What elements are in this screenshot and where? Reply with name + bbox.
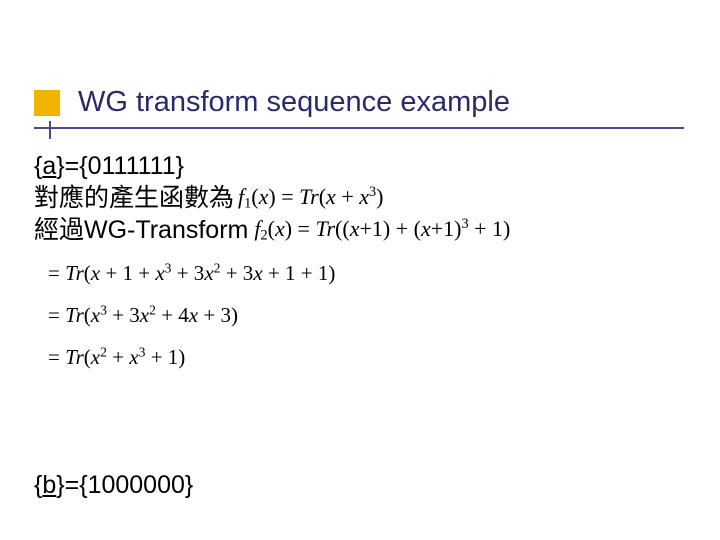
sequence-a: {a}={0111111}: [34, 150, 686, 182]
brace-open: {: [34, 150, 42, 182]
slide-body: {a}={0111111} 對應的產生函數為 f1(x) = Tr(x + x3…: [34, 150, 686, 382]
sequence-b-var: b: [42, 471, 56, 499]
title-row: WG transform sequence example: [34, 86, 686, 119]
deriv-step-3: = Tr(x2 + x3 + 1): [34, 340, 686, 372]
title-tick-icon: [49, 121, 51, 139]
sequence-b-rest: }={1000000}: [56, 471, 193, 499]
deriv-step-2: = Tr(x3 + 3x2 + 4x + 3): [34, 298, 686, 330]
generating-func-line: 對應的產生函數為 f1(x) = Tr(x + x3): [34, 182, 686, 214]
deriv-step-1: = Tr(x + 1 + x3 + 3x2 + 3x + 1 + 1): [34, 256, 686, 288]
sequence-b: {b}={1000000}: [34, 471, 193, 500]
wg-transform-line: 經過WG-Transform f2(x) = Tr((x+1) + (x+1)3…: [34, 214, 686, 246]
formula-f1: f1(x) = Tr(x + x3): [238, 183, 383, 213]
title-bullet-icon: [34, 90, 60, 116]
generating-func-label: 對應的產生函數為: [34, 182, 234, 214]
derivation: = Tr(x + 1 + x3 + 3x2 + 3x + 1 + 1) = Tr…: [34, 256, 686, 372]
sequence-a-rest: }={0111111}: [56, 150, 184, 182]
slide-title: WG transform sequence example: [78, 86, 510, 119]
wg-transform-label: 經過WG-Transform: [34, 214, 248, 246]
slide: WG transform sequence example {a}={01111…: [0, 0, 720, 540]
title-underline: [34, 127, 684, 129]
formula-f2: f2(x) = Tr((x+1) + (x+1)3 + 1): [254, 215, 510, 245]
sequence-a-var: a: [42, 150, 56, 182]
